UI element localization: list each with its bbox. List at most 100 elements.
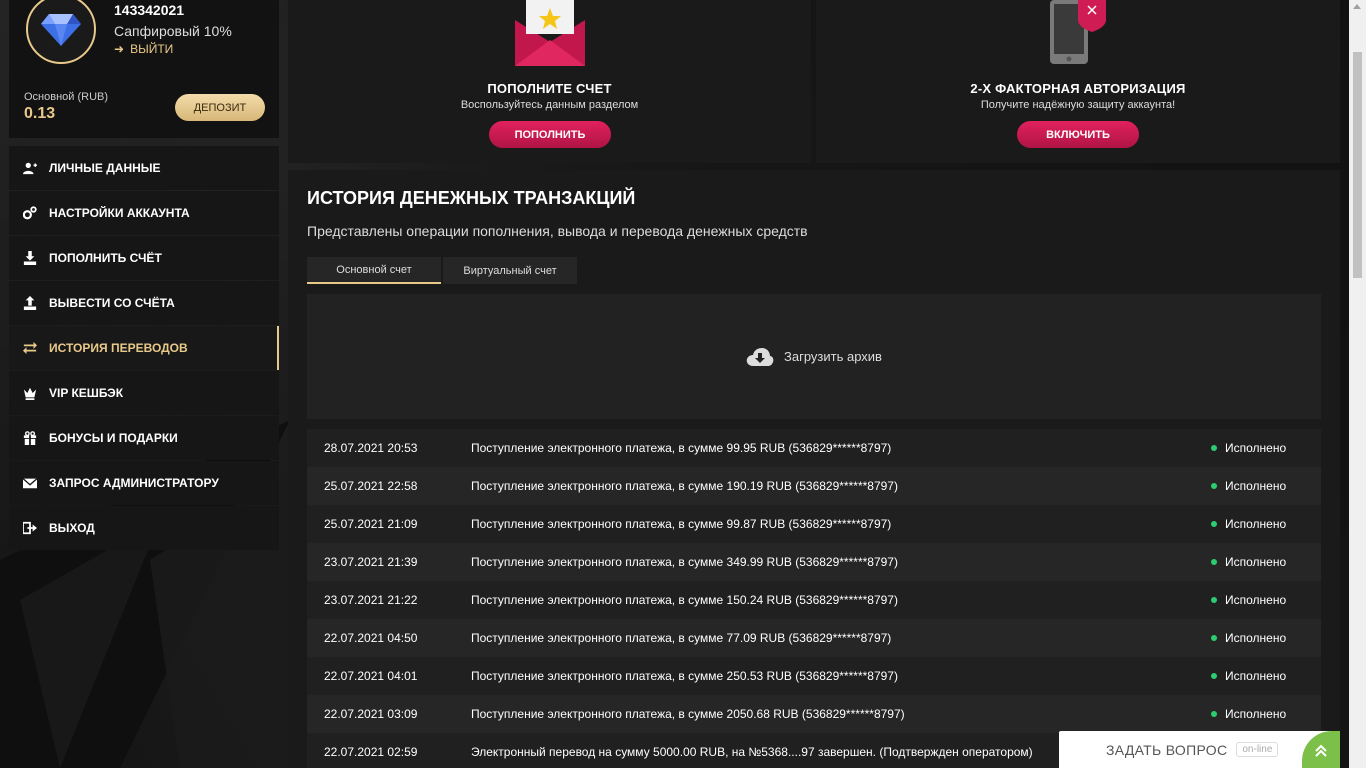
transaction-status: Исполнено (1211, 593, 1321, 607)
sidebar-item-deposit[interactable]: ПОПОЛНИТЬ СЧЁТ (9, 236, 279, 280)
transaction-date: 22.07.2021 04:50 (324, 631, 418, 645)
table-row: 28.07.2021 20:53 Поступление электронног… (307, 429, 1321, 467)
transaction-date: 25.07.2021 22:58 (324, 479, 418, 493)
scroll-up-arrow-icon[interactable] (1353, 4, 1361, 9)
sidebar-item-label: ЗАПРОС АДМИНИСТРАТОРУ (49, 476, 219, 490)
loyalty-level: Сапфировый 10% (114, 23, 232, 39)
transaction-date: 22.07.2021 04:01 (324, 669, 418, 683)
download-icon (23, 251, 37, 265)
deposit-card-title: ПОПОЛНИТЕ СЧЕТ (487, 81, 612, 96)
sidebar-item-personal-data[interactable]: ЛИЧНЫЕ ДАННЫЕ (9, 146, 279, 190)
status-label: Исполнено (1225, 707, 1287, 721)
avatar (26, 0, 96, 64)
transaction-date: 23.07.2021 21:22 (324, 593, 418, 607)
sidebar-item-account-settings[interactable]: НАСТРОЙКИ АККАУНТА (9, 191, 279, 235)
table-row: 23.07.2021 21:22 Поступление электронног… (307, 581, 1321, 619)
page-subtitle: Представлены операции пополнения, вывода… (307, 223, 808, 239)
status-dot-icon (1211, 597, 1217, 603)
transaction-description: Поступление электронного платежа, в сумм… (471, 555, 898, 569)
balance-value: 0.13 (24, 105, 56, 122)
transaction-date: 22.07.2021 02:59 (324, 745, 418, 759)
sidebar-item-label: ПОПОЛНИТЬ СЧЁТ (49, 251, 162, 265)
transaction-status: Исполнено (1211, 669, 1321, 683)
page-scrollbar[interactable] (1349, 0, 1366, 768)
deposit-button[interactable]: ДЕПОЗИТ (175, 94, 265, 121)
twofa-card-title: 2-Х ФАКТОРНАЯ АВТОРИЗАЦИЯ (970, 81, 1186, 96)
ask-question-chat-widget[interactable]: ЗАДАТЬ ВОПРОС on-line (1059, 731, 1340, 768)
transaction-status: Исполнено (1211, 555, 1321, 569)
transaction-date: 23.07.2021 21:39 (324, 555, 418, 569)
phone-shield-icon (1050, 0, 1106, 64)
deposit-card-subtitle: Воспользуйтесь данным разделом (460, 99, 639, 111)
sidebar-menu: ЛИЧНЫЕ ДАННЫЕ НАСТРОЙКИ АККАУНТА ПОПОЛНИ… (9, 146, 279, 551)
chevron-up-double-icon (1315, 744, 1327, 757)
transaction-status: Исполнено (1211, 441, 1321, 455)
transaction-description: Поступление электронного платежа, в сумм… (471, 707, 905, 721)
sidebar-item-label: ИСТОРИЯ ПЕРЕВОДОВ (49, 341, 188, 355)
sidebar-item-label: ЛИЧНЫЕ ДАННЫЕ (49, 161, 161, 175)
table-row: 22.07.2021 04:50 Поступление электронног… (307, 619, 1321, 657)
status-dot-icon (1211, 521, 1217, 527)
sidebar-item-vip-cashback[interactable]: VIP КЕШБЭК (9, 371, 279, 415)
envelope-icon (23, 478, 37, 489)
scrollbar-thumb[interactable] (1353, 52, 1362, 278)
sidebar-item-admin-request[interactable]: ЗАПРОС АДМИНИСТРАТОРУ (9, 461, 279, 505)
chat-expand-button[interactable] (1302, 731, 1340, 768)
tab-main-account[interactable]: Основной счет (307, 257, 441, 284)
transaction-description: Поступление электронного платежа, в сумм… (471, 517, 892, 531)
status-label: Исполнено (1225, 479, 1287, 493)
table-row: 23.07.2021 21:39 Поступление электронног… (307, 543, 1321, 581)
balance-label: Основной (RUB) (24, 91, 109, 103)
logout-link[interactable]: ➜ ВЫЙТИ (114, 42, 173, 56)
chat-label: ЗАДАТЬ ВОПРОС (1106, 741, 1228, 758)
account-tabs: Основной счет Виртуальный счет (307, 257, 577, 284)
sapphire-diamond-icon (41, 14, 81, 46)
transfer-icon (23, 341, 37, 355)
transaction-description: Поступление электронного платежа, в сумм… (471, 479, 898, 493)
transaction-description: Поступление электронного платежа, в сумм… (471, 441, 892, 455)
transaction-status: Исполнено (1211, 631, 1321, 645)
gears-icon (23, 206, 37, 220)
crown-icon (23, 387, 37, 400)
enable-2fa-button[interactable]: ВКЛЮЧИТЬ (1017, 121, 1139, 148)
profile-panel: 143342021 Сапфировый 10% ➜ ВЫЙТИ Основно… (9, 0, 279, 138)
status-label: Исполнено (1225, 631, 1287, 645)
transaction-date: 25.07.2021 21:09 (324, 517, 418, 531)
cloud-download-icon (746, 347, 774, 366)
status-label: Исполнено (1225, 669, 1287, 683)
status-dot-icon (1211, 483, 1217, 489)
transaction-date: 28.07.2021 20:53 (324, 441, 418, 455)
status-dot-icon (1211, 673, 1217, 679)
sidebar-item-label: ВЫХОД (49, 521, 95, 535)
sidebar-item-label: ВЫВЕСТИ СО СЧЁТА (49, 296, 175, 310)
exit-icon (23, 521, 37, 535)
transaction-date: 22.07.2021 03:09 (324, 707, 418, 721)
status-dot-icon (1211, 445, 1217, 451)
logout-label: ВЫЙТИ (130, 42, 174, 56)
transaction-status: Исполнено (1211, 517, 1321, 531)
table-row: 22.07.2021 03:09 Поступление электронног… (307, 695, 1321, 733)
sidebar-item-label: VIP КЕШБЭК (49, 386, 124, 400)
sidebar-item-label: НАСТРОЙКИ АККАУНТА (49, 206, 190, 220)
exit-icon: ➜ (114, 42, 125, 56)
status-dot-icon (1211, 711, 1217, 717)
sidebar-item-bonuses[interactable]: БОНУСЫ И ПОДАРКИ (9, 416, 279, 460)
transaction-description: Поступление электронного платежа, в сумм… (471, 669, 898, 683)
status-label: Исполнено (1225, 555, 1287, 569)
gift-icon (23, 431, 37, 445)
two-factor-promo-card: 2-Х ФАКТОРНАЯ АВТОРИЗАЦИЯ Получите надёж… (816, 0, 1340, 163)
status-label: Исполнено (1225, 593, 1287, 607)
sidebar-item-transfer-history[interactable]: ИСТОРИЯ ПЕРЕВОДОВ (9, 326, 279, 370)
user-plus-icon (23, 162, 37, 175)
sidebar-item-withdraw[interactable]: ВЫВЕСТИ СО СЧЁТА (9, 281, 279, 325)
replenish-button[interactable]: ПОПОЛНИТЬ (489, 121, 611, 148)
status-label: Исполнено (1225, 441, 1287, 455)
transaction-table: 28.07.2021 20:53 Поступление электронног… (307, 429, 1321, 768)
tab-virtual-account[interactable]: Виртуальный счет (443, 257, 577, 284)
chat-status-badge: on-line (1236, 742, 1279, 757)
download-archive-button[interactable]: Загрузить архив (307, 294, 1321, 419)
page-title: ИСТОРИЯ ДЕНЕЖНЫХ ТРАНЗАКЦИЙ (307, 188, 636, 208)
status-dot-icon (1211, 559, 1217, 565)
envelope-star-icon (515, 0, 585, 66)
sidebar-item-exit[interactable]: ВЫХОД (9, 506, 279, 550)
